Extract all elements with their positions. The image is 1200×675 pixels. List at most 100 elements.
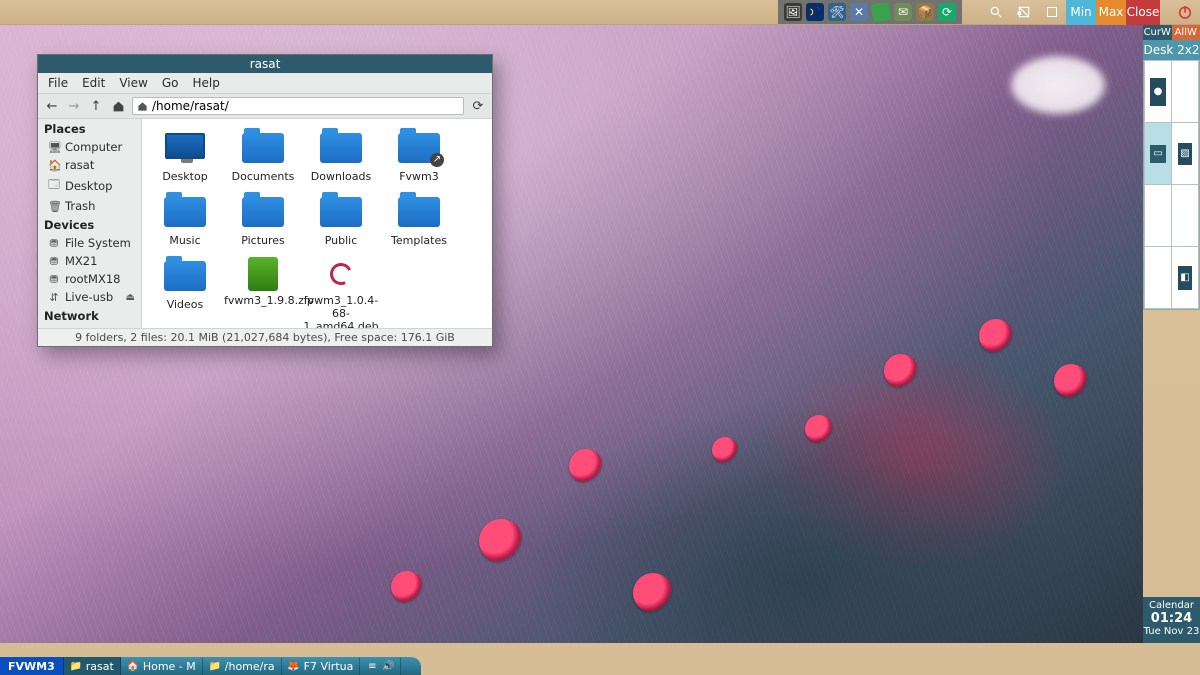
menu-go[interactable]: Go [162,76,179,90]
taskbar-indicators[interactable]: ≡🔊 [360,657,401,675]
file-fvwm3-1-9-8-zip[interactable]: fvwm3_1.9.8.zip [224,257,302,328]
disk-icon: ⛃ [48,237,60,250]
clock-date: Tue Nov 23 [1143,626,1200,637]
folder-icon [398,197,440,227]
home-icon[interactable] [110,98,126,114]
power-icon[interactable] [1170,0,1200,25]
note-icon[interactable] [871,2,891,22]
pager-win-edit-icon[interactable]: ▨ [1178,143,1192,165]
forward-icon[interactable]: → [66,98,82,114]
folder-icon [398,133,440,163]
sidebar-item-mx21[interactable]: ⛃MX21 [38,252,141,270]
back-icon[interactable]: ← [44,98,60,114]
sidebar-item-trash[interactable]: 🗑Trash [38,197,141,215]
search-icon[interactable] [982,0,1010,25]
computer-icon: 🖥 [48,141,60,154]
file-public[interactable]: Public [302,193,380,247]
folder-icon [320,133,362,163]
reload-icon[interactable]: ⟳ [470,98,486,114]
usb-icon: ⇵ [48,291,60,304]
max-button[interactable]: Max [1096,0,1126,25]
pager[interactable]: ● ▭ ▨ ◧ [1143,60,1200,310]
sidebar-item-computer[interactable]: 🖥Computer [38,138,141,156]
taskbar: FVWM3 📁rasat🏠Home - M📁/home/ra🦊F7 Virtua… [0,657,421,675]
menu-view[interactable]: View [119,76,147,90]
sidebar-head: Devices [38,215,141,234]
desk-label[interactable]: Desk 2x2 [1143,40,1200,60]
folder-icon: 📁 [209,660,221,672]
calendar-widget[interactable]: Calendar 01:24 Tue Nov 23 [1143,597,1200,643]
desktop-icon [165,133,205,159]
menu-help[interactable]: Help [192,76,219,90]
icon-view[interactable]: DesktopDocumentsDownloadsFvwm3 MusicPictu… [142,119,492,328]
file-desktop[interactable]: Desktop [146,129,224,183]
menubar: File Edit View Go Help [38,73,492,94]
allw-button[interactable]: AllW [1172,25,1200,40]
file-downloads[interactable]: Downloads [302,129,380,183]
taskbar-item-1[interactable]: 🏠Home - M [121,657,203,675]
volume-icon[interactable]: 🔊 [382,660,394,672]
tools-icon[interactable]: 🛠 [828,3,846,21]
file-templates[interactable]: Templates [380,193,458,247]
menu-file[interactable]: File [48,76,68,90]
file-fvwm3[interactable]: Fvwm3 [380,129,458,183]
pager-win-firefox-icon[interactable]: ● [1150,78,1166,106]
sidebar-item-desktop[interactable]: 🗔Desktop [38,174,141,197]
panel-ops: Min Max Close [982,0,1200,24]
home-icon: 🏠 [127,660,139,672]
min-button[interactable]: Min [1066,0,1096,25]
tray-app-icon[interactable]: 🖼 [784,3,802,21]
curw-button[interactable]: CurW [1143,25,1172,40]
sidebar-item-rasat[interactable]: 🏠rasat [38,156,141,174]
archive-icon [248,257,278,291]
up-icon[interactable]: ↑ [88,98,104,114]
calendar-label: Calendar [1143,600,1200,611]
pager-win-misc-icon[interactable]: ◧ [1178,266,1192,290]
toolbar: ← → ↑ ⟳ [38,94,492,119]
sidebar-head: Network [38,306,141,325]
sidebar-item-live-usb[interactable]: ⇵Live-usb [38,288,141,306]
taskbar-item-0[interactable]: 📁rasat [64,657,121,675]
mail-icon[interactable]: ✉ [894,3,912,21]
file-documents[interactable]: Documents [224,129,302,183]
folder-icon [164,261,206,291]
identify-window-icon[interactable] [1010,0,1038,25]
file-pictures[interactable]: Pictures [224,193,302,247]
titlebar[interactable]: rasat [38,55,492,73]
sidebar-item-rootmx18[interactable]: ⛃rootMX18 [38,270,141,288]
folder-icon [242,197,284,227]
folder-icon: 📁 [70,660,82,672]
home-icon: 🏠 [48,159,60,172]
firefox-icon[interactable] [806,3,824,21]
disk-icon: ⛃ [48,255,60,268]
debian-icon [324,257,358,291]
taskbar-item-2[interactable]: 📁/home/ra [203,657,282,675]
start-menu[interactable]: FVWM3 [0,657,64,675]
path-input[interactable] [152,99,459,113]
close-button[interactable]: Close [1126,0,1160,25]
taskbar-item-3[interactable]: 🦊F7 Virtua [282,657,361,675]
package-icon[interactable]: 📦 [916,3,934,21]
clock-time: 01:24 [1143,611,1200,626]
maximize-icon[interactable] [1038,0,1066,25]
folder-icon [320,197,362,227]
file-videos[interactable]: Videos [146,257,224,328]
statusbar: 9 folders, 2 files: 20.1 MiB (21,027,684… [38,328,492,346]
firefox-icon: 🦊 [288,660,300,672]
pager-win-fm-icon[interactable]: ▭ [1150,145,1166,163]
menu-edit[interactable]: Edit [82,76,105,90]
update-icon[interactable]: ⟳ [938,3,956,21]
trash-icon: 🗑 [48,200,60,213]
folder-icon [164,197,206,227]
file-manager-window[interactable]: rasat FileEditViewGoHelp ← → ↑ ⟳ Places🖥… [37,54,493,347]
path-home-icon [137,101,148,112]
system-tray: 🖼 🛠 ✕ ✉ 📦 ⟳ [778,0,962,24]
sidebar-item-file-system[interactable]: ⛃File System [38,234,141,252]
top-panel: 🖼 🛠 ✕ ✉ 📦 ⟳ Min Max Close [0,0,1200,25]
file-music[interactable]: Music [146,193,224,247]
sidebar-head: Places [38,119,141,138]
path-bar[interactable] [132,97,464,115]
file-fvwm3-1-0-4-68-1-amd64-deb[interactable]: fvwm3_1.0.4-68-1_amd64.deb [302,257,380,328]
menu-lines-icon[interactable]: ≡ [366,660,378,672]
settings-wrench-icon[interactable]: ✕ [850,3,868,21]
